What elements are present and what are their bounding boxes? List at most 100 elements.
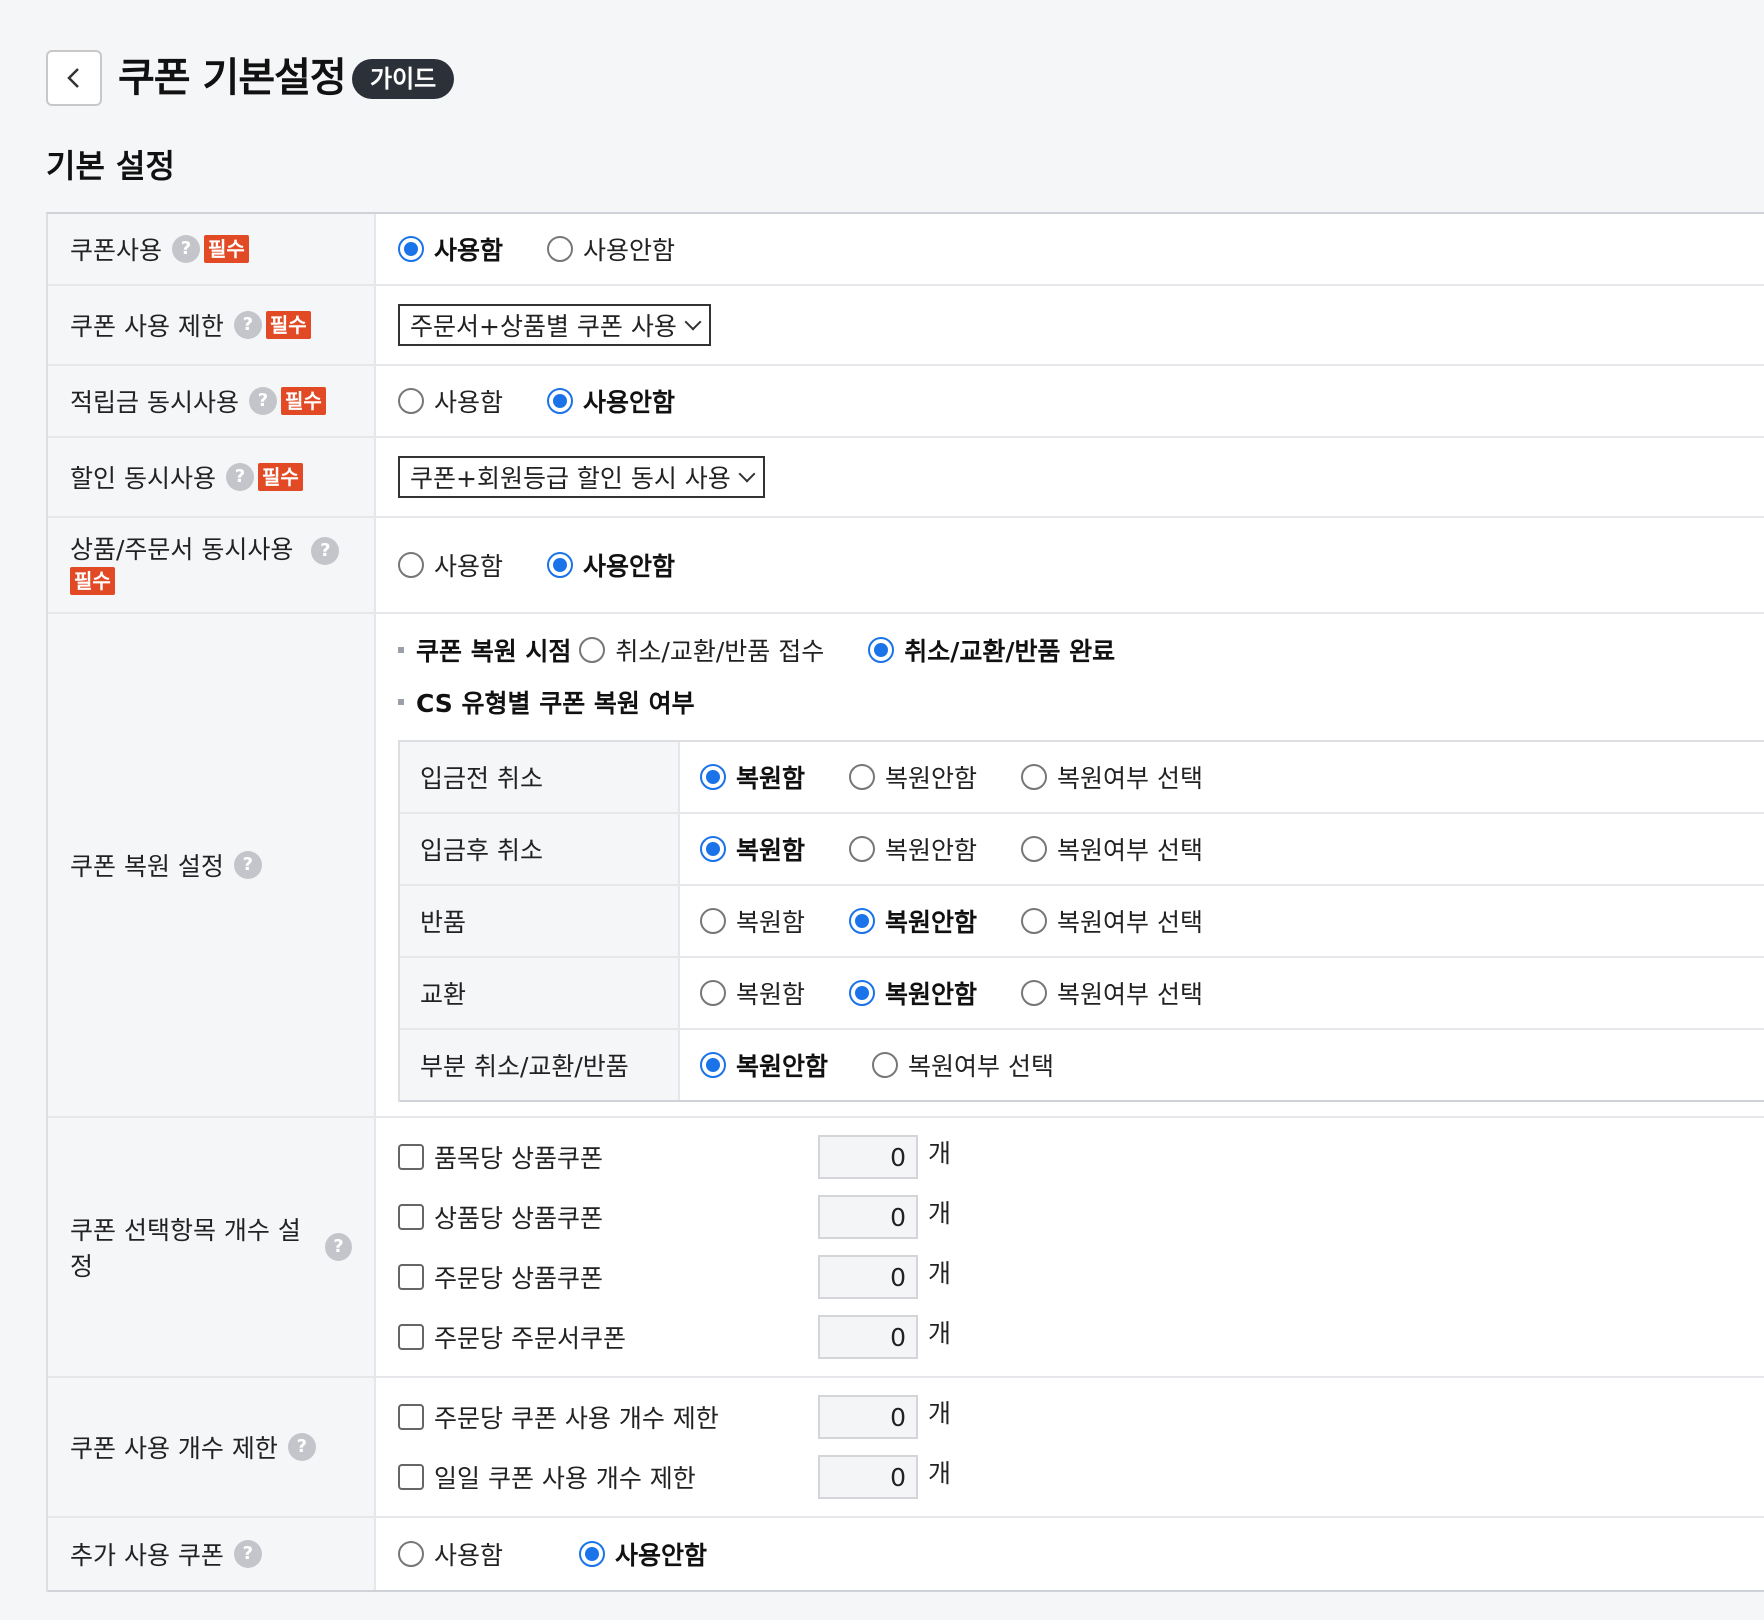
count-item: 상품당 상품쿠폰 0 개 bbox=[398, 1187, 951, 1247]
settings-table: 쿠폰사용 ? 필수 사용함 사용안함 쿠폰 사용 제한 ? 필수 주문서+상품별… bbox=[46, 212, 1764, 1592]
help-icon[interactable]: ? bbox=[233, 1540, 262, 1568]
radio-no-restore[interactable]: 복원안함 bbox=[849, 903, 977, 939]
cs-restore-table: 입금전 취소 복원함 복원안함 복원여부 선택 입금후 취소 복원함 복원안함 … bbox=[398, 740, 1764, 1102]
radio-extra-coupon-on[interactable]: 사용함 bbox=[398, 1536, 503, 1572]
radio-no-restore[interactable]: 복원안함 bbox=[849, 975, 977, 1011]
count-input[interactable]: 0 bbox=[818, 1395, 918, 1439]
radio-button-icon bbox=[547, 552, 574, 578]
radio-button-icon bbox=[868, 637, 895, 663]
radio-points-on[interactable]: 사용함 bbox=[398, 383, 503, 419]
radio-restore-choice[interactable]: 복원여부 선택 bbox=[1021, 903, 1203, 939]
radio-button-icon bbox=[1021, 908, 1048, 934]
row-coupon-limit: 쿠폰 사용 제한 ? 필수 주문서+상품별 쿠폰 사용 bbox=[48, 286, 1764, 366]
help-icon[interactable]: ? bbox=[287, 1433, 316, 1461]
radio-button-icon bbox=[700, 980, 726, 1006]
help-icon[interactable]: ? bbox=[233, 851, 262, 879]
radio-button-icon bbox=[700, 836, 726, 862]
radio-restore[interactable]: 복원함 bbox=[700, 831, 805, 867]
checkbox-per-order-use-limit[interactable]: 주문당 쿠폰 사용 개수 제한 bbox=[398, 1399, 818, 1435]
row-label: 상품/주문서 동시사용 ? 필수 bbox=[48, 518, 376, 612]
radio-points-off[interactable]: 사용안함 bbox=[547, 383, 675, 419]
required-badge: 필수 bbox=[70, 567, 115, 595]
radio-restore-choice[interactable]: 복원여부 선택 bbox=[1021, 975, 1203, 1011]
count-input[interactable]: 0 bbox=[818, 1455, 918, 1499]
radio-button-icon bbox=[849, 836, 876, 862]
radio-no-restore[interactable]: 복원안함 bbox=[700, 1047, 828, 1083]
cs-restore-label: CS 유형별 쿠폰 복원 여부 bbox=[416, 689, 695, 718]
radio-button-icon bbox=[398, 552, 424, 578]
radio-restore[interactable]: 복원함 bbox=[700, 903, 805, 939]
checkbox-per-item-product-coupon[interactable]: 품목당 상품쿠폰 bbox=[398, 1139, 818, 1175]
radio-product-order-off[interactable]: 사용안함 bbox=[547, 547, 675, 583]
discount-concurrent-select[interactable]: 쿠폰+회원등급 할인 동시 사용 bbox=[398, 456, 765, 498]
radio-restore[interactable]: 복원함 bbox=[700, 759, 805, 795]
count-input[interactable]: 0 bbox=[818, 1315, 918, 1359]
checkbox-per-order-product-coupon[interactable]: 주문당 상품쿠폰 bbox=[398, 1259, 818, 1295]
radio-restore[interactable]: 복원함 bbox=[700, 975, 805, 1011]
restore-timing-label: 쿠폰 복원 시점 bbox=[416, 637, 572, 666]
row-coupon-restore: 쿠폰 복원 설정 ? 쿠폰 복원 시점 취소/교환/반품 접수 취소/교환/반품… bbox=[48, 614, 1764, 1118]
radio-coupon-use-off[interactable]: 사용안함 bbox=[547, 231, 675, 267]
row-select-count: 쿠폰 선택항목 개수 설정 ? 품목당 상품쿠폰 0 개 상품당 상품쿠폰 0 … bbox=[48, 1118, 1764, 1378]
help-icon[interactable]: ? bbox=[172, 235, 201, 263]
row-label: 쿠폰 사용 개수 제한 ? bbox=[48, 1378, 376, 1516]
radio-button-icon bbox=[398, 236, 424, 262]
radio-restore-choice[interactable]: 복원여부 선택 bbox=[1021, 759, 1203, 795]
radio-no-restore[interactable]: 복원안함 bbox=[849, 831, 977, 867]
checkbox-icon bbox=[398, 1144, 424, 1170]
help-icon[interactable]: ? bbox=[233, 311, 262, 339]
checkbox-daily-use-limit[interactable]: 일일 쿠폰 사용 개수 제한 bbox=[398, 1459, 818, 1495]
chevron-down-icon bbox=[684, 313, 702, 331]
chevron-down-icon bbox=[738, 465, 756, 483]
count-item: 일일 쿠폰 사용 개수 제한 0 개 bbox=[398, 1447, 951, 1507]
radio-button-icon bbox=[1021, 980, 1048, 1006]
checkbox-icon bbox=[398, 1204, 424, 1230]
radio-button-icon bbox=[579, 637, 606, 663]
radio-restore-choice[interactable]: 복원여부 선택 bbox=[1021, 831, 1203, 867]
checkbox-per-product-product-coupon[interactable]: 상품당 상품쿠폰 bbox=[398, 1199, 818, 1235]
cs-row-exchange: 교환 복원함 복원안함 복원여부 선택 bbox=[400, 958, 1764, 1030]
radio-button-icon bbox=[1021, 836, 1048, 862]
checkbox-icon bbox=[398, 1324, 424, 1350]
cs-row-before-payment-cancel: 입금전 취소 복원함 복원안함 복원여부 선택 bbox=[400, 742, 1764, 814]
radio-extra-coupon-off[interactable]: 사용안함 bbox=[579, 1536, 707, 1572]
radio-button-icon bbox=[398, 388, 424, 414]
row-product-order-concurrent: 상품/주문서 동시사용 ? 필수 사용함 사용안함 bbox=[48, 518, 1764, 614]
radio-button-icon bbox=[849, 980, 876, 1006]
radio-restore-timing-received[interactable]: 취소/교환/반품 접수 bbox=[579, 632, 824, 668]
radio-button-icon bbox=[849, 764, 876, 790]
row-discount-concurrent: 할인 동시사용 ? 필수 쿠폰+회원등급 할인 동시 사용 bbox=[48, 438, 1764, 518]
required-badge: 필수 bbox=[265, 311, 311, 339]
cs-row-return: 반품 복원함 복원안함 복원여부 선택 bbox=[400, 886, 1764, 958]
help-icon[interactable]: ? bbox=[248, 387, 277, 415]
radio-product-order-on[interactable]: 사용함 bbox=[398, 547, 503, 583]
required-badge: 필수 bbox=[280, 387, 326, 415]
radio-button-icon bbox=[1021, 764, 1048, 790]
radio-no-restore[interactable]: 복원안함 bbox=[849, 759, 977, 795]
count-input[interactable]: 0 bbox=[818, 1195, 918, 1239]
checkbox-icon bbox=[398, 1404, 424, 1430]
help-icon[interactable]: ? bbox=[324, 1233, 352, 1261]
count-item: 주문당 주문서쿠폰 0 개 bbox=[398, 1307, 951, 1367]
count-input[interactable]: 0 bbox=[818, 1135, 918, 1179]
radio-button-icon bbox=[547, 388, 574, 414]
row-label: 쿠폰사용 ? 필수 bbox=[48, 214, 376, 284]
checkbox-per-order-order-coupon[interactable]: 주문당 주문서쿠폰 bbox=[398, 1319, 818, 1355]
count-item: 주문당 상품쿠폰 0 개 bbox=[398, 1247, 951, 1307]
row-use-count: 쿠폰 사용 개수 제한 ? 주문당 쿠폰 사용 개수 제한 0 개 일일 쿠폰 … bbox=[48, 1378, 1764, 1518]
row-label: 추가 사용 쿠폰 ? bbox=[48, 1518, 376, 1590]
coupon-limit-select[interactable]: 주문서+상품별 쿠폰 사용 bbox=[398, 304, 711, 346]
section-title: 기본 설정 bbox=[46, 147, 175, 185]
count-item: 품목당 상품쿠폰 0 개 bbox=[398, 1127, 951, 1187]
help-icon[interactable]: ? bbox=[225, 463, 254, 491]
cs-row-after-payment-cancel: 입금후 취소 복원함 복원안함 복원여부 선택 bbox=[400, 814, 1764, 886]
guide-button[interactable]: 가이드 bbox=[352, 59, 455, 99]
radio-restore-timing-complete[interactable]: 취소/교환/반품 완료 bbox=[868, 632, 1115, 668]
count-input[interactable]: 0 bbox=[818, 1255, 918, 1299]
row-label: 적립금 동시사용 ? 필수 bbox=[48, 366, 376, 436]
back-button[interactable] bbox=[46, 50, 102, 106]
checkbox-icon bbox=[398, 1264, 424, 1290]
help-icon[interactable]: ? bbox=[311, 537, 340, 565]
radio-coupon-use-on[interactable]: 사용함 bbox=[398, 231, 503, 267]
radio-restore-choice[interactable]: 복원여부 선택 bbox=[872, 1047, 1054, 1083]
